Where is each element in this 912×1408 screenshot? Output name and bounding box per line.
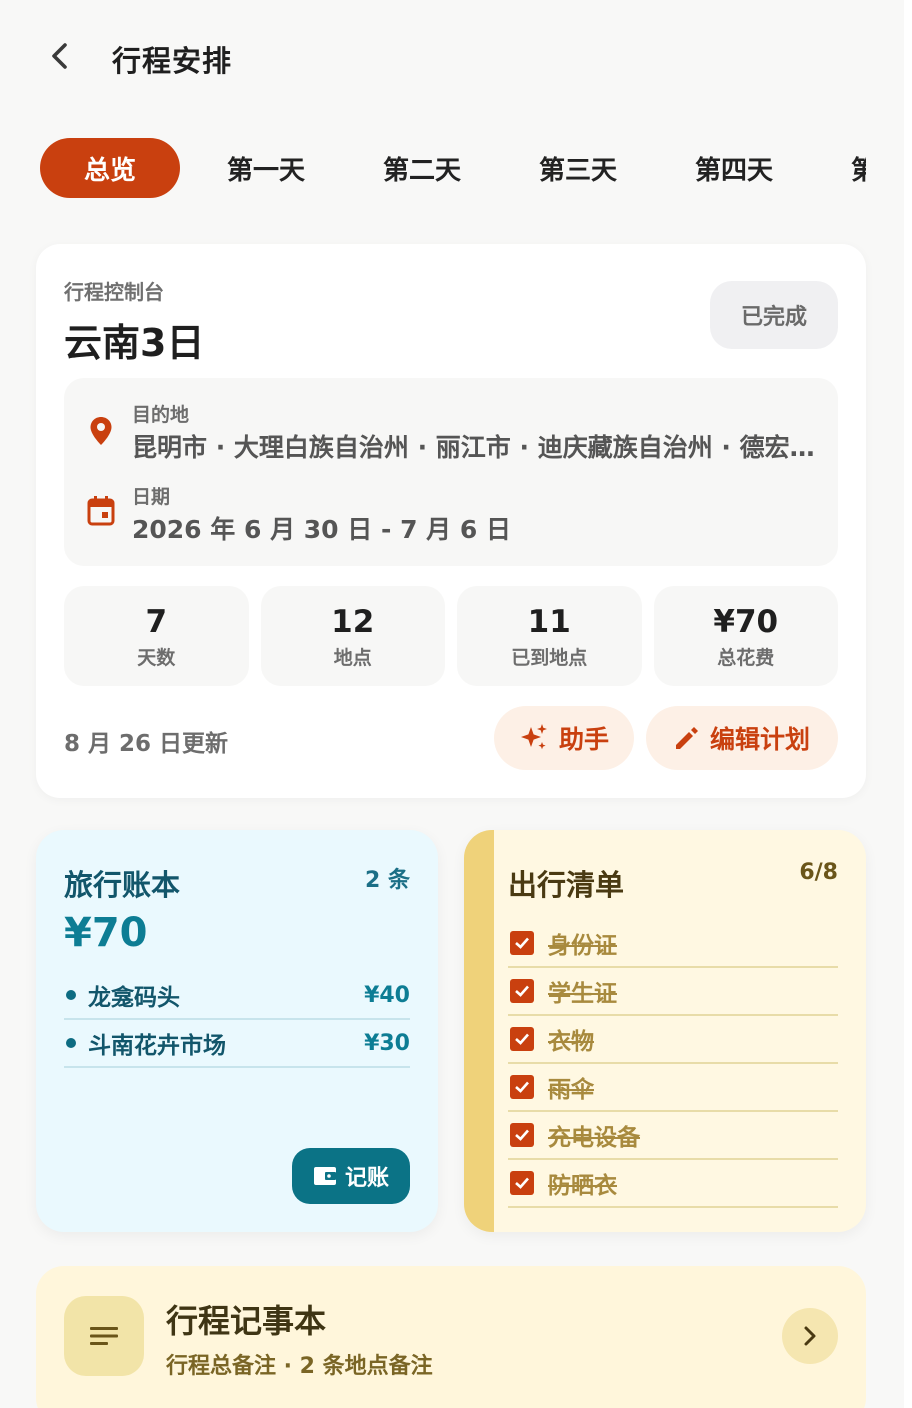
- checklist-item[interactable]: 充电设备: [508, 1112, 838, 1160]
- checklist-label: 学生证: [548, 981, 617, 1007]
- checklist-label: 雨伞: [548, 1077, 594, 1103]
- checklist-item[interactable]: 衣物: [508, 1016, 838, 1064]
- bullet-icon: [66, 990, 76, 1000]
- pencil-icon: [675, 727, 698, 749]
- checklist-title: 出行清单: [508, 868, 625, 902]
- checklist-stripe: [464, 830, 494, 1232]
- trip-stats: 7 天数 12 地点 11 已到地点 ¥70 总花费: [64, 586, 838, 686]
- header: 行程安排: [0, 0, 904, 112]
- record-expense-button[interactable]: 记账: [292, 1148, 410, 1204]
- checklist-item[interactable]: 身份证: [508, 920, 838, 968]
- scrollbar-track[interactable]: [904, 0, 912, 1408]
- travel-ledger-card[interactable]: 旅行账本 2 条 ¥70 龙龛码头 ¥40 斗南花卉市场 ¥30 记账: [36, 830, 438, 1232]
- stat-days: 7 天数: [64, 586, 249, 686]
- date-value: 2026 年 6 月 30 日 - 7 月 6 日: [132, 515, 511, 544]
- edit-plan-button[interactable]: 编辑计划: [646, 706, 838, 770]
- expense-amount: ¥40: [364, 982, 410, 1008]
- checklist-item[interactable]: 防晒衣: [508, 1160, 838, 1208]
- calendar-icon: [86, 496, 116, 526]
- stat-value: ¥70: [713, 603, 779, 640]
- checklist-count: 6/8: [799, 860, 838, 885]
- stat-value: 7: [145, 603, 168, 640]
- tab-day-3[interactable]: 第三天: [508, 138, 648, 198]
- ledger-list: 龙龛码头 ¥40 斗南花卉市场 ¥30: [64, 972, 410, 1068]
- ledger-total: ¥70: [64, 910, 148, 956]
- stat-label: 地点: [333, 646, 372, 669]
- stat-label: 天数: [137, 646, 176, 669]
- checklist-label: 充电设备: [548, 1125, 640, 1151]
- list-item[interactable]: 斗南花卉市场 ¥30: [64, 1020, 410, 1068]
- updated-text: 8 月 26 日更新: [64, 731, 229, 757]
- chevron-left-icon: [52, 43, 67, 69]
- checkbox-checked-icon[interactable]: [510, 979, 534, 1003]
- checkbox-checked-icon[interactable]: [510, 1123, 534, 1147]
- checklist-item[interactable]: 学生证: [508, 968, 838, 1016]
- destination-value: 昆明市 · 大理白族自治州 · 丽江市 · 迪庆藏族自治州 · 德宏傣族景颇族自…: [132, 433, 822, 462]
- trip-notes-card[interactable]: 行程记事本 行程总备注 · 2 条地点备注: [36, 1266, 866, 1408]
- checkbox-checked-icon[interactable]: [510, 1171, 534, 1195]
- assistant-button[interactable]: 助手: [494, 706, 634, 770]
- notes-subtitle: 行程总备注 · 2 条地点备注: [166, 1354, 433, 1379]
- stat-places: 12 地点: [260, 586, 445, 686]
- checklist-item[interactable]: 雨伞: [508, 1064, 838, 1112]
- ledger-count: 2 条: [365, 868, 410, 893]
- checkbox-checked-icon[interactable]: [510, 1075, 534, 1099]
- edit-plan-label: 编辑计划: [709, 725, 810, 754]
- expense-amount: ¥30: [364, 1030, 410, 1056]
- stat-spending: ¥70 总花费: [653, 586, 838, 686]
- status-badge: 已完成: [710, 281, 838, 349]
- expense-name: 斗南花卉市场: [88, 1033, 226, 1059]
- date-row: 日期 2026 年 6 月 30 日 - 7 月 6 日: [64, 478, 838, 558]
- trip-title: 云南3日: [64, 321, 205, 365]
- stat-value: 12: [331, 603, 375, 640]
- checklist-list: 身份证 学生证 衣物 雨伞 充电设备 防晒衣: [508, 920, 838, 1208]
- destination-label: 目的地: [132, 404, 190, 426]
- stat-visited: 11 已到地点: [457, 586, 642, 686]
- checkbox-checked-icon[interactable]: [510, 931, 534, 955]
- wallet-icon: [313, 1167, 336, 1185]
- tab-day-1[interactable]: 第一天: [196, 138, 336, 198]
- location-pin-icon: [86, 416, 116, 446]
- stat-value: 11: [527, 603, 571, 640]
- chevron-right-icon: [804, 1326, 816, 1346]
- page-title: 行程安排: [112, 44, 233, 78]
- destination-row: 目的地 昆明市 · 大理白族自治州 · 丽江市 · 迪庆藏族自治州 · 德宏傣族…: [64, 396, 838, 476]
- packing-checklist-card[interactable]: 出行清单 6/8 身份证 学生证 衣物 雨伞 充电设备 防晒衣: [464, 830, 866, 1232]
- date-label: 日期: [132, 486, 171, 508]
- bullet-icon: [66, 1038, 76, 1048]
- checklist-label: 衣物: [548, 1029, 594, 1055]
- tab-day-5[interactable]: 第五天: [820, 138, 866, 198]
- trip-info-box: 目的地 昆明市 · 大理白族自治州 · 丽江市 · 迪庆藏族自治州 · 德宏傣族…: [64, 378, 838, 566]
- console-label: 行程控制台: [64, 280, 164, 304]
- tab-day-4[interactable]: 第四天: [664, 138, 804, 198]
- day-tabs: 总览 第一天 第二天 第三天 第四天 第五天: [40, 138, 866, 198]
- trip-console-card: 行程控制台 云南3日 已完成 目的地 昆明市 · 大理白族自治州 · 丽江市 ·…: [36, 244, 866, 798]
- checklist-label: 防晒衣: [548, 1173, 617, 1199]
- checklist-label: 身份证: [548, 933, 617, 959]
- tab-day-2[interactable]: 第二天: [352, 138, 492, 198]
- checkbox-checked-icon[interactable]: [510, 1027, 534, 1051]
- notes-open-button[interactable]: [782, 1308, 838, 1364]
- tab-overview[interactable]: 总览: [40, 138, 180, 198]
- back-button[interactable]: [40, 36, 80, 76]
- notes-title: 行程记事本: [166, 1302, 327, 1340]
- assistant-label: 助手: [558, 725, 609, 754]
- notes-icon: [64, 1296, 144, 1376]
- ledger-title: 旅行账本: [64, 868, 181, 902]
- list-item[interactable]: 龙龛码头 ¥40: [64, 972, 410, 1020]
- stat-label: 总花费: [717, 646, 775, 669]
- sparkle-icon: [520, 724, 547, 750]
- stat-label: 已到地点: [511, 646, 588, 669]
- expense-name: 龙龛码头: [88, 985, 180, 1011]
- record-label: 记账: [344, 1166, 389, 1191]
